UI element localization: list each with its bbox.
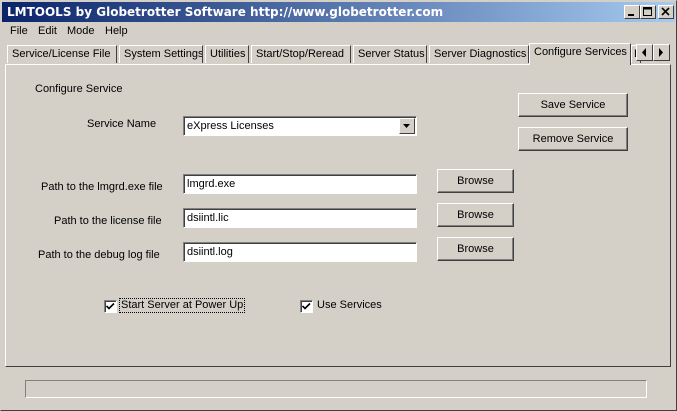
configure-services-panel: Configure Service Service Name eXpress L… bbox=[5, 64, 671, 367]
browse-license-button[interactable]: Browse bbox=[437, 203, 514, 227]
menu-bar: File Edit Mode Help bbox=[2, 23, 675, 41]
minimize-button[interactable] bbox=[624, 5, 640, 19]
menu-file[interactable]: File bbox=[10, 25, 28, 37]
tab-configure-services[interactable]: Configure Services bbox=[529, 43, 631, 65]
debug-log-path-label: Path to the debug log file bbox=[38, 249, 160, 261]
lmtools-window: LMTOOLS by Globetrotter Software http://… bbox=[0, 0, 677, 411]
start-server-checkbox[interactable] bbox=[104, 300, 117, 313]
lmgrd-path-input[interactable]: lmgrd.exe bbox=[183, 174, 417, 194]
chevron-down-icon bbox=[403, 124, 410, 128]
window-title: LMTOOLS by Globetrotter Software http://… bbox=[7, 5, 444, 19]
lmgrd-path-label: Path to the lmgrd.exe file bbox=[41, 181, 163, 193]
remove-service-button[interactable]: Remove Service bbox=[518, 127, 628, 151]
checkmark-icon bbox=[106, 302, 115, 310]
arrow-right-icon bbox=[659, 48, 663, 57]
arrow-left-icon bbox=[642, 48, 646, 57]
menu-edit[interactable]: Edit bbox=[38, 25, 57, 37]
license-path-label: Path to the license file bbox=[54, 215, 162, 227]
checkmark-icon bbox=[302, 302, 311, 310]
use-services-label[interactable]: Use Services bbox=[317, 299, 382, 311]
tab-server-status[interactable]: Server Status bbox=[353, 45, 427, 63]
menu-help[interactable]: Help bbox=[105, 25, 128, 37]
tab-start-stop-reread[interactable]: Start/Stop/Reread bbox=[251, 45, 351, 63]
tab-utilities[interactable]: Utilities bbox=[205, 45, 249, 63]
license-path-input[interactable]: dsiintl.lic bbox=[183, 208, 417, 228]
browse-lmgrd-button[interactable]: Browse bbox=[437, 169, 514, 193]
use-services-checkbox[interactable] bbox=[300, 300, 313, 313]
section-title: Configure Service bbox=[35, 83, 123, 95]
service-name-dropdown[interactable]: eXpress Licenses bbox=[183, 116, 417, 136]
service-name-label: Service Name bbox=[87, 118, 157, 130]
title-bar[interactable]: LMTOOLS by Globetrotter Software http://… bbox=[2, 2, 675, 22]
debug-log-path-input[interactable]: dsiintl.log bbox=[183, 242, 417, 262]
maximize-icon bbox=[643, 7, 652, 16]
close-button[interactable] bbox=[658, 5, 674, 19]
maximize-button[interactable] bbox=[640, 5, 656, 19]
tab-system-settings[interactable]: System Settings bbox=[119, 45, 203, 63]
menu-mode[interactable]: Mode bbox=[67, 25, 95, 37]
tab-server-diagnostics[interactable]: Server Diagnostics bbox=[429, 45, 529, 63]
tab-scroll-left-button[interactable] bbox=[636, 44, 653, 61]
status-bar bbox=[25, 380, 647, 398]
tab-service-license-file[interactable]: Service/License File bbox=[7, 45, 117, 63]
service-name-value: eXpress Licenses bbox=[187, 120, 274, 132]
minimize-icon bbox=[628, 14, 634, 16]
focus-rectangle bbox=[119, 298, 245, 313]
tab-strip: Service/License File System Settings Uti… bbox=[5, 43, 641, 65]
save-service-button[interactable]: Save Service bbox=[518, 93, 628, 117]
tab-scroll-right-button[interactable] bbox=[653, 44, 670, 61]
browse-debug-log-button[interactable]: Browse bbox=[437, 237, 514, 261]
close-icon bbox=[661, 7, 670, 16]
dropdown-button[interactable] bbox=[399, 118, 415, 134]
